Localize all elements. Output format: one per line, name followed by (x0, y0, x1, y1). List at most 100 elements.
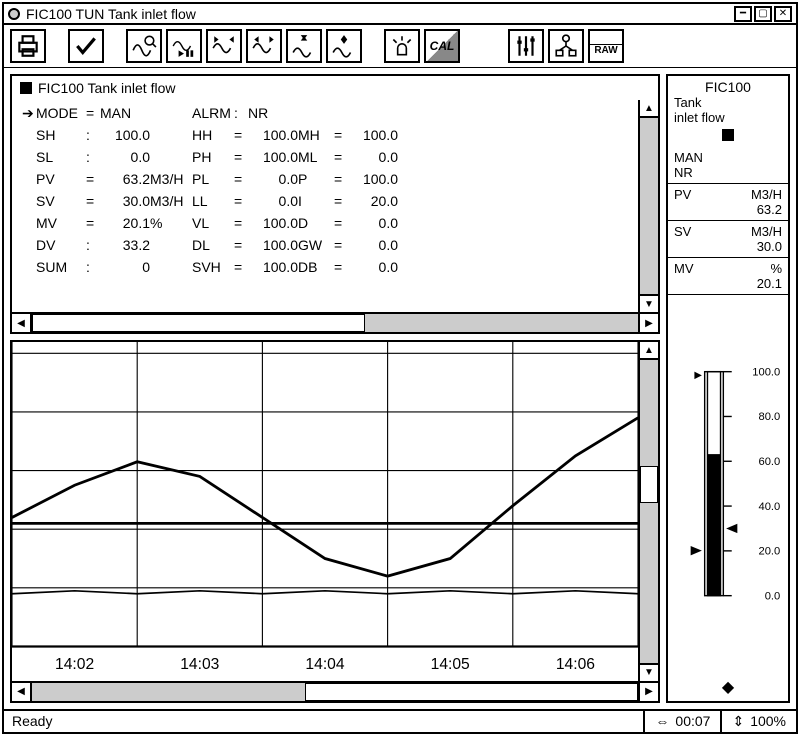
param-row: SUM:0SVH=100.0DB=0.0 (22, 256, 628, 278)
tune-wave-button[interactable] (126, 29, 162, 63)
trend-vtrack[interactable] (640, 360, 658, 662)
scroll-up-button[interactable]: ▲ (640, 100, 658, 118)
param-value[interactable]: 0.0 (348, 149, 398, 165)
mv-value[interactable]: 20.1 (674, 276, 782, 291)
faceplate-alarm: NR (674, 165, 782, 180)
play-pause-button[interactable] (166, 29, 202, 63)
hscroll-thumb[interactable] (32, 314, 365, 332)
param-label: HH (192, 127, 234, 143)
param-label: PV (36, 171, 86, 187)
data-hscroll[interactable]: ◀ ▶ (12, 312, 658, 332)
param-value[interactable]: 30.0 (100, 193, 150, 209)
param-row: SH:100.0HH=100.0MH=100.0 (22, 124, 628, 146)
param-value[interactable]: 0 (100, 259, 150, 275)
param-value[interactable]: 0.0 (248, 171, 298, 187)
confirm-button[interactable] (68, 29, 104, 63)
trend-scroll-up[interactable]: ▲ (640, 342, 658, 360)
trend-hthumb[interactable] (305, 683, 638, 701)
statusbar: Ready ⇔ 00:07 ⇕ 100% (4, 709, 796, 732)
param-label: GW (298, 237, 334, 253)
maximize-button[interactable]: ▢ (754, 6, 772, 22)
raw-button[interactable]: RAW (588, 29, 624, 63)
sv-label: SV (674, 224, 691, 239)
printer-icon (15, 33, 41, 59)
alarm-light-icon (389, 33, 415, 59)
param-value[interactable]: 100.0 (348, 171, 398, 187)
param-unit: M3/H (150, 171, 192, 187)
param-label: I (298, 193, 334, 209)
check-icon (73, 33, 99, 59)
alrm-value: NR (248, 105, 298, 121)
alarm-button[interactable] (384, 29, 420, 63)
parameter-table: ➔ MODE = MAN ALRM : NR SH:100.0HH=100.0M… (12, 100, 638, 312)
faceplate-mode[interactable]: MAN (674, 150, 782, 165)
svg-text:14:03: 14:03 (180, 656, 219, 673)
mixer-button[interactable] (508, 29, 544, 63)
sv-value[interactable]: 30.0 (674, 239, 782, 254)
param-value[interactable]: 20.1 (100, 215, 150, 231)
cal-button[interactable]: CAL (424, 29, 460, 63)
trend-vscroll[interactable]: ▲ ▼ (638, 342, 658, 680)
svg-text:100.0: 100.0 (752, 367, 780, 379)
wave-search-icon (131, 33, 157, 59)
toolbar: CAL RAW (4, 25, 796, 68)
param-value[interactable]: 100.0 (248, 237, 298, 253)
pv-unit: M3/H (751, 187, 782, 202)
status-time: 00:07 (675, 713, 710, 729)
param-label: SL (36, 149, 86, 165)
widen-wave-button[interactable] (246, 29, 282, 63)
close-button[interactable]: ✕ (774, 6, 792, 22)
play-pause-icon (171, 33, 197, 59)
svg-text:20.0: 20.0 (758, 546, 780, 558)
param-value[interactable]: 100.0 (248, 127, 298, 143)
scroll-left-button[interactable]: ◀ (12, 314, 32, 332)
param-value[interactable]: 0.0 (248, 193, 298, 209)
hscroll-track[interactable] (32, 314, 638, 332)
param-value[interactable]: 0.0 (348, 215, 398, 231)
trend-hscroll[interactable]: ◀ ▶ (12, 681, 658, 701)
data-pane-title: FIC100 Tank inlet flow (38, 80, 175, 96)
param-row: DV:33.2DL=100.0GW=0.0 (22, 234, 628, 256)
trend-scroll-left[interactable]: ◀ (12, 683, 32, 701)
sliders-icon (513, 33, 539, 59)
scroll-down-button[interactable]: ▼ (640, 294, 658, 312)
scroll-track[interactable] (640, 118, 658, 294)
param-value[interactable]: 100.0 (248, 259, 298, 275)
param-value[interactable]: 100.0 (348, 127, 398, 143)
mode-value[interactable]: MAN (100, 105, 150, 121)
trend-scroll-right[interactable]: ▶ (638, 683, 658, 701)
param-value[interactable]: 0.0 (100, 149, 150, 165)
trend-chart: 14:0214:0314:0414:0514:06 (12, 342, 638, 680)
param-value[interactable]: 0.0 (348, 237, 398, 253)
param-unit: % (150, 215, 192, 231)
param-value[interactable]: 20.0 (348, 193, 398, 209)
expand-v-icon (331, 33, 357, 59)
trend-scroll-down[interactable]: ▼ (640, 663, 658, 681)
data-pane-header: FIC100 Tank inlet flow (12, 76, 658, 100)
narrow-wave-button[interactable] (206, 29, 242, 63)
compress-h-icon (211, 33, 237, 59)
trend-vthumb[interactable] (640, 466, 658, 502)
param-value[interactable]: 100.0 (100, 127, 150, 143)
minimize-button[interactable]: ━ (734, 6, 752, 22)
trend-htrack[interactable] (32, 683, 638, 701)
shrink-v-wave-button[interactable] (286, 29, 322, 63)
sv-unit: M3/H (751, 224, 782, 239)
param-value[interactable]: 100.0 (248, 215, 298, 231)
scroll-right-button[interactable]: ▶ (638, 314, 658, 332)
param-value[interactable]: 0.0 (348, 259, 398, 275)
param-value[interactable]: 63.2 (100, 171, 150, 187)
status-text: Ready (4, 713, 643, 729)
trend-plot[interactable]: 14:0214:0314:0414:0514:06 (12, 342, 638, 680)
status-time-box: ⇔ 00:07 (643, 711, 720, 732)
param-value[interactable]: 100.0 (248, 149, 298, 165)
diagram-button[interactable] (548, 29, 584, 63)
print-button[interactable] (10, 29, 46, 63)
mv-unit: % (770, 261, 782, 276)
bargraph[interactable]: 100.080.060.040.020.00.0 (668, 295, 788, 672)
grow-v-wave-button[interactable] (326, 29, 362, 63)
data-vscroll[interactable]: ▲ ▼ (638, 100, 658, 312)
tag-marker-icon (20, 82, 32, 94)
mode-label: MODE (36, 105, 86, 121)
param-value[interactable]: 33.2 (100, 237, 150, 253)
